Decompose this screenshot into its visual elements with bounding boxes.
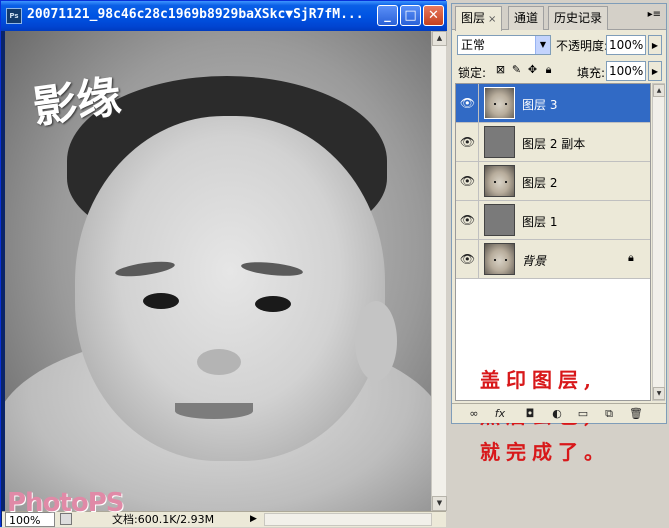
- layer-row-layer2[interactable]: 👁︎ 图层 2: [456, 162, 650, 201]
- lock-all-icon[interactable]: 🔒︎: [542, 63, 555, 76]
- layer-row-background[interactable]: 👁︎ 背景 🔒︎: [456, 240, 650, 279]
- layer-thumbnail: [484, 87, 515, 119]
- add-mask-icon[interactable]: ◘: [522, 406, 538, 422]
- lock-transparency-icon[interactable]: ⊠: [494, 63, 507, 76]
- layer-name: 背景: [522, 254, 547, 268]
- layer-name: 图层 2: [522, 176, 558, 190]
- scroll-down-button[interactable]: ▼: [653, 387, 665, 400]
- fill-label: 填充:: [577, 66, 606, 80]
- horizontal-scrollbar[interactable]: [264, 513, 432, 526]
- layer-thumbnail: [484, 204, 515, 236]
- delete-layer-icon[interactable]: 🗑︎: [628, 406, 644, 422]
- vertical-scrollbar[interactable]: ▲ ▼: [431, 31, 447, 511]
- panel-tabs: 图层 × 通道 历史记录 ▸≡: [452, 4, 666, 31]
- tab-layers[interactable]: 图层 ×: [455, 6, 503, 31]
- panel-menu-icon[interactable]: ▸≡: [648, 9, 661, 20]
- note-line: 盖印图层,: [480, 368, 597, 392]
- layer-style-fx-icon[interactable]: fx: [492, 406, 508, 422]
- note-line: 就完成了。: [480, 440, 610, 464]
- opacity-field[interactable]: 100%: [606, 35, 646, 55]
- layer-row-layer3[interactable]: 👁︎ 图层 3: [456, 84, 650, 123]
- chevron-down-icon[interactable]: ▼: [535, 36, 550, 54]
- fill-field[interactable]: 100%: [606, 61, 646, 81]
- ear-shape: [355, 301, 397, 381]
- tab-history[interactable]: 历史记录: [548, 6, 609, 30]
- lock-move-icon[interactable]: ✥: [526, 63, 539, 76]
- eye-icon[interactable]: 👁︎: [457, 240, 479, 278]
- minimize-icon: _: [384, 8, 391, 23]
- nose: [197, 349, 241, 375]
- logo-text: 影缘: [29, 71, 125, 134]
- document-title: 20071121_98c46c28c1969b8929baXSkc▼SjR7fM…: [27, 7, 364, 22]
- scroll-up-button[interactable]: ▲: [653, 84, 665, 97]
- layer-row-layer1[interactable]: 👁︎ 图层 1: [456, 201, 650, 240]
- lock-brush-icon[interactable]: ✎: [510, 63, 523, 76]
- link-layers-icon[interactable]: ∞: [466, 406, 482, 422]
- layers-panel: 图层 × 通道 历史记录 ▸≡ 正常 ▼ 不透明度: 100% ▶ 锁定: ⊠ ✎…: [451, 3, 667, 464]
- layer-name: 图层 1: [522, 215, 558, 229]
- fill-arrow-icon[interactable]: ▶: [648, 61, 662, 81]
- status-menu-arrow-icon[interactable]: ▶: [250, 512, 257, 527]
- new-layer-icon[interactable]: ⧉: [601, 406, 617, 422]
- tab-channels[interactable]: 通道: [508, 6, 545, 30]
- layer-thumbnail: [484, 243, 515, 275]
- lock-icon: 🔒︎: [628, 251, 634, 264]
- close-button[interactable]: ✕: [423, 5, 444, 26]
- image-canvas[interactable]: 影缘: [5, 31, 431, 511]
- layer-thumbnail: [484, 126, 515, 158]
- watermark: PhotoPS: [7, 488, 124, 518]
- eye-icon[interactable]: 👁︎: [457, 84, 479, 122]
- opacity-label: 不透明度:: [556, 39, 609, 53]
- eye-icon[interactable]: 👁︎: [457, 162, 479, 200]
- layer-thumbnail: [484, 165, 515, 197]
- photoshop-doc-icon: Ps: [6, 8, 22, 24]
- scroll-up-button[interactable]: ▲: [432, 31, 447, 46]
- blend-mode-select[interactable]: 正常 ▼: [457, 35, 551, 55]
- tab-close-icon[interactable]: ×: [488, 14, 496, 25]
- eye-icon[interactable]: 👁︎: [457, 123, 479, 161]
- new-group-icon[interactable]: ▭: [575, 406, 591, 422]
- left-eye: [143, 293, 179, 309]
- document-info: 文档:600.1K/2.93M: [112, 513, 215, 526]
- lock-label: 锁定:: [458, 66, 487, 80]
- mouth: [175, 403, 253, 419]
- layer-name: 图层 2 副本: [522, 137, 586, 151]
- scroll-down-button[interactable]: ▼: [432, 496, 447, 511]
- close-icon: ✕: [428, 8, 439, 23]
- document-window: Ps 20071121_98c46c28c1969b8929baXSkc▼SjR…: [0, 0, 447, 527]
- eye-icon[interactable]: 👁︎: [457, 201, 479, 239]
- adjustment-layer-icon[interactable]: ◐: [549, 406, 565, 422]
- document-title-bar[interactable]: Ps 20071121_98c46c28c1969b8929baXSkc▼SjR…: [1, 1, 447, 31]
- layer-name: 图层 3: [522, 98, 558, 112]
- layers-scrollbar[interactable]: ▲ ▼: [652, 83, 665, 401]
- right-eye: [255, 296, 291, 312]
- maximize-button[interactable]: □: [400, 5, 421, 26]
- minimize-button[interactable]: _: [377, 5, 398, 26]
- maximize-icon: □: [404, 8, 417, 23]
- layer-list: 👁︎ 图层 3 👁︎ 图层 2 副本 👁︎ 图层 2 👁︎ 图层 1 👁︎ 背景…: [455, 83, 651, 464]
- layer-row-layer2-copy[interactable]: 👁︎ 图层 2 副本: [456, 123, 650, 162]
- opacity-arrow-icon[interactable]: ▶: [648, 35, 662, 55]
- layers-bottom-bar: ∞ fx ◘ ◐ ▭ ⧉ 🗑︎: [452, 403, 666, 423]
